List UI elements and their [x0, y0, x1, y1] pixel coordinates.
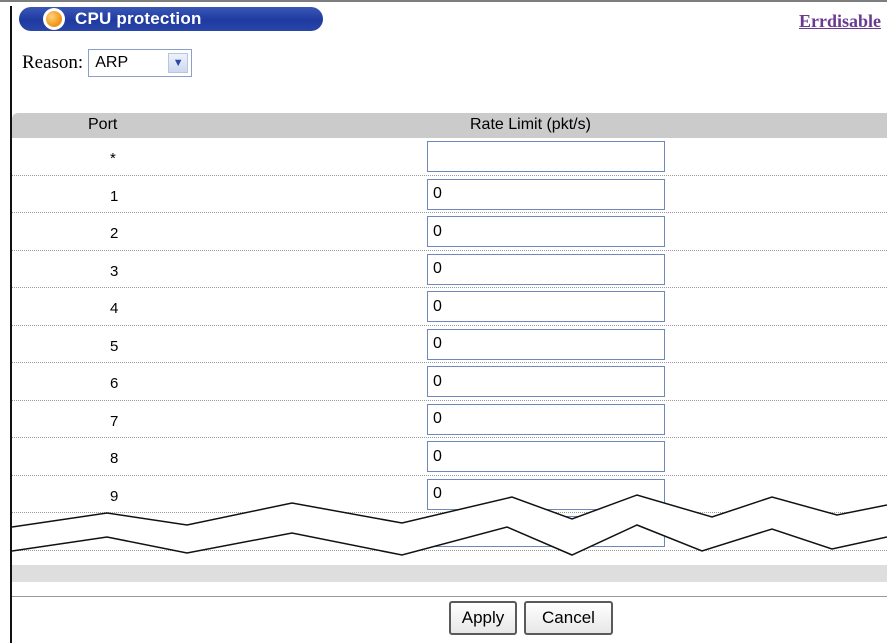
rate-limit-input[interactable]: 0	[427, 441, 665, 472]
reason-row: Reason: ARP ▼	[22, 49, 193, 77]
apply-button[interactable]: Apply	[449, 601, 517, 635]
port-cell: 8	[110, 450, 119, 467]
port-cell: 5	[110, 337, 119, 355]
column-header-rate-limit: Rate Limit (pkt/s)	[470, 116, 591, 133]
rate-limit-input[interactable]: 0	[427, 403, 665, 435]
rate-limit-input[interactable]	[427, 141, 665, 172]
reason-selected-value: ARP	[95, 54, 129, 71]
port-cell: 1	[110, 187, 119, 205]
port-cell: 7	[110, 412, 119, 430]
page-title: CPU protection	[75, 9, 202, 28]
rate-limit-input[interactable]: 0	[427, 253, 665, 285]
table-header	[12, 113, 887, 138]
rate-limit-input[interactable]: 0	[427, 291, 665, 322]
table-row: 10	[12, 176, 887, 213]
divider	[12, 596, 887, 597]
table-row: 50	[12, 326, 887, 363]
cancel-button[interactable]: Cancel	[524, 601, 613, 635]
table-row: 40	[12, 288, 887, 326]
port-cell: 2	[110, 225, 119, 242]
rate-limit-input[interactable]: 0	[427, 328, 665, 360]
reason-label: Reason:	[22, 52, 84, 73]
table-row: 30	[12, 251, 887, 288]
table-row: 70	[12, 401, 887, 438]
reason-select[interactable]: ARP ▼	[88, 49, 193, 77]
table-row: 80	[12, 438, 887, 476]
section-title-bar: CPU protection	[19, 7, 323, 31]
errdisable-link[interactable]: Errdisable	[799, 11, 881, 32]
column-header-port: Port	[88, 116, 118, 133]
table-row: *	[12, 138, 887, 176]
top-strip	[0, 0, 887, 6]
port-cell: 4	[110, 300, 119, 317]
table-footer-bar	[12, 565, 887, 582]
top-rule	[0, 0, 887, 2]
port-cell: 6	[110, 375, 119, 392]
port-cell: *	[110, 150, 116, 167]
rate-limit-input[interactable]: 0	[427, 178, 665, 210]
dropdown-arrow-icon[interactable]: ▼	[168, 53, 189, 73]
table-row: 20	[12, 213, 887, 251]
port-cell: 3	[110, 262, 119, 280]
rate-limit-input[interactable]: 0	[427, 216, 665, 247]
table-row: 60	[12, 363, 887, 401]
rate-limit-input[interactable]: 0	[427, 366, 665, 397]
orb-icon	[43, 8, 65, 30]
